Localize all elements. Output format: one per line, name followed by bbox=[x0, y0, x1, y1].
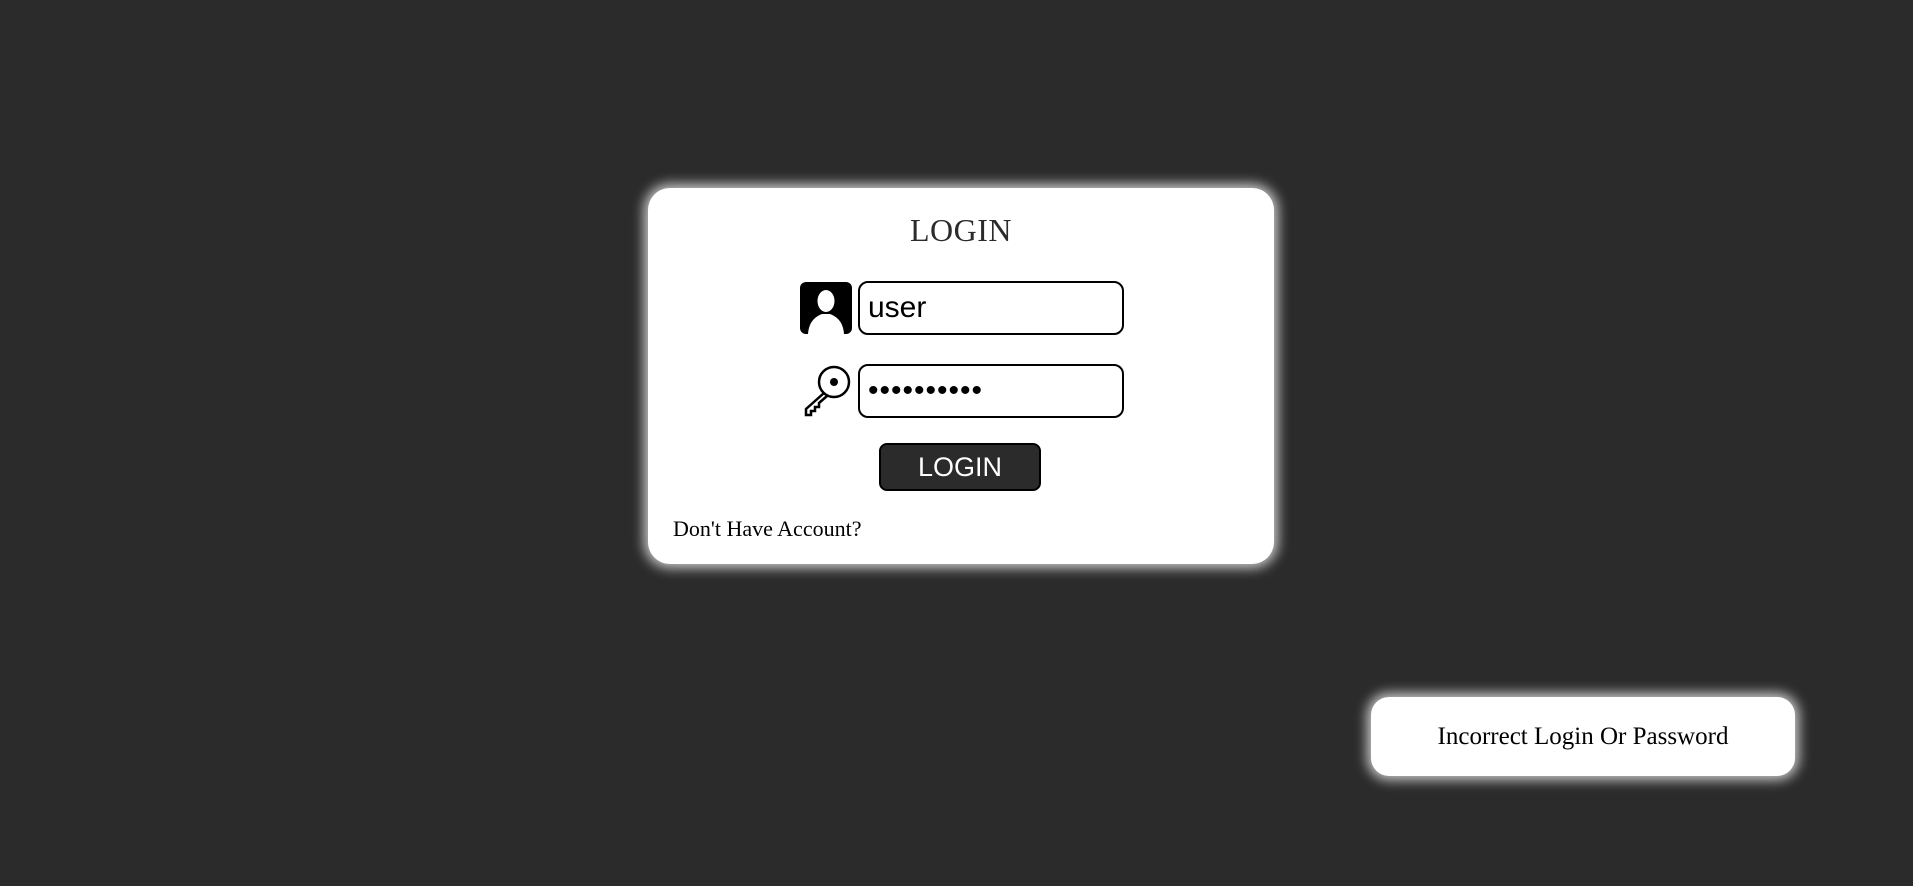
key-icon bbox=[800, 365, 852, 417]
error-notification: Incorrect Login Or Password bbox=[1371, 697, 1795, 776]
error-message: Incorrect Login Or Password bbox=[1437, 722, 1729, 750]
login-title: LOGIN bbox=[909, 212, 1013, 248]
user-icon bbox=[800, 282, 852, 334]
username-row bbox=[800, 281, 1124, 335]
password-row: •••••••••• bbox=[800, 364, 1124, 418]
username-input[interactable] bbox=[858, 281, 1124, 335]
login-card: LOGIN •••••••••• LOGIN Don't Have Accoun… bbox=[648, 188, 1274, 564]
password-input[interactable]: •••••••••• bbox=[858, 364, 1124, 418]
password-masked-value: •••••••••• bbox=[868, 374, 984, 407]
signup-link[interactable]: Don't Have Account? bbox=[673, 516, 861, 542]
login-button[interactable]: LOGIN bbox=[879, 443, 1041, 491]
